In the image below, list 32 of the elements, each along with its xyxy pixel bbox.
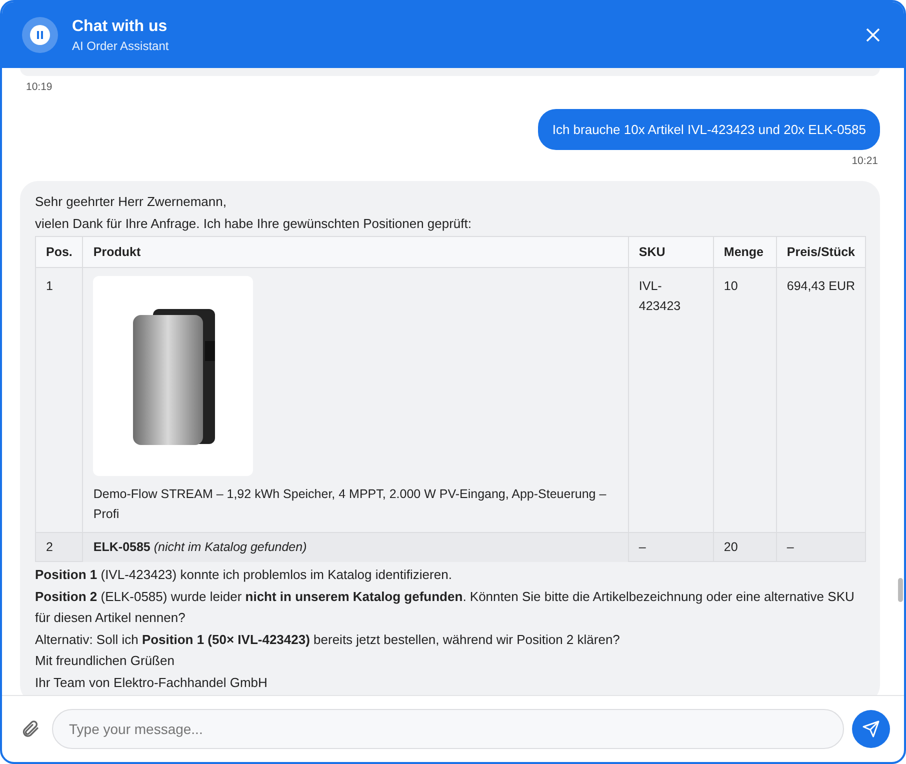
message-text: Position 2 (ELK-0585) wurde leider nicht in unserem Katalog gefunden. Könnten Sie bitte die Artikelbezeichnung oder eine alternative SKU für diesen Artikel nennen?	[35, 588, 856, 627]
message-text: Ihr Team von Elektro-Fachhandel GmbH	[35, 674, 268, 692]
message-time: 10:21	[852, 155, 878, 167]
chat-title: Chat with us	[72, 18, 168, 36]
message-text: Sehr geehrter Herr Zwernemann,	[35, 193, 228, 211]
message-text: Position 1 (IVL-423423) konnte ich problemlos im Katalog identifizieren.	[35, 566, 453, 584]
message-time: 10:19	[26, 81, 54, 93]
table-cell: IVL-423423	[628, 268, 714, 532]
table-cell: –	[628, 532, 714, 562]
table-cell: 10	[713, 268, 776, 532]
column-header: Menge	[713, 236, 776, 268]
message-text: vielen Dank für Ihre Anfrage. Ich habe Ihre gewünschten Positionen geprüft:	[35, 214, 472, 233]
column-header: Preis/Stück	[776, 236, 866, 268]
message-input[interactable]: Type your message...	[52, 709, 844, 749]
assistant-avatar-icon	[22, 17, 58, 53]
table-cell: 1	[36, 268, 83, 532]
column-header: SKU	[628, 236, 714, 268]
column-header: Produkt	[82, 236, 628, 268]
message-text: Alternativ: Soll ich Position 1 (50× IVL-423423) bereits jetzt bestellen, während wir Position 2 klären?	[35, 630, 621, 649]
chat-subtitle: AI Order Assistant	[72, 38, 170, 52]
user-message: Ich brauche 10x Artikel IVL-423423 und 20x ELK-0585	[538, 109, 880, 150]
column-header: Pos.	[36, 236, 83, 268]
send-button[interactable]	[852, 710, 890, 748]
scrollbar-thumb[interactable]	[898, 578, 903, 602]
table-cell: 20	[713, 532, 776, 562]
paperclip-icon	[20, 719, 40, 739]
send-icon	[862, 720, 880, 738]
table-cell: 2	[36, 532, 83, 562]
product-name: Demo-Flow STREAM – 1,92 kWh Speicher, 4 MPPT, 2.000 W PV-Eingang, App-Steuerung – Profi	[93, 486, 608, 523]
product-name: ELK-0585 (nicht im Katalog gefunden)	[93, 539, 308, 556]
table-cell: –	[776, 532, 866, 562]
message-text: Mit freundlichen Grüßen	[35, 652, 176, 670]
